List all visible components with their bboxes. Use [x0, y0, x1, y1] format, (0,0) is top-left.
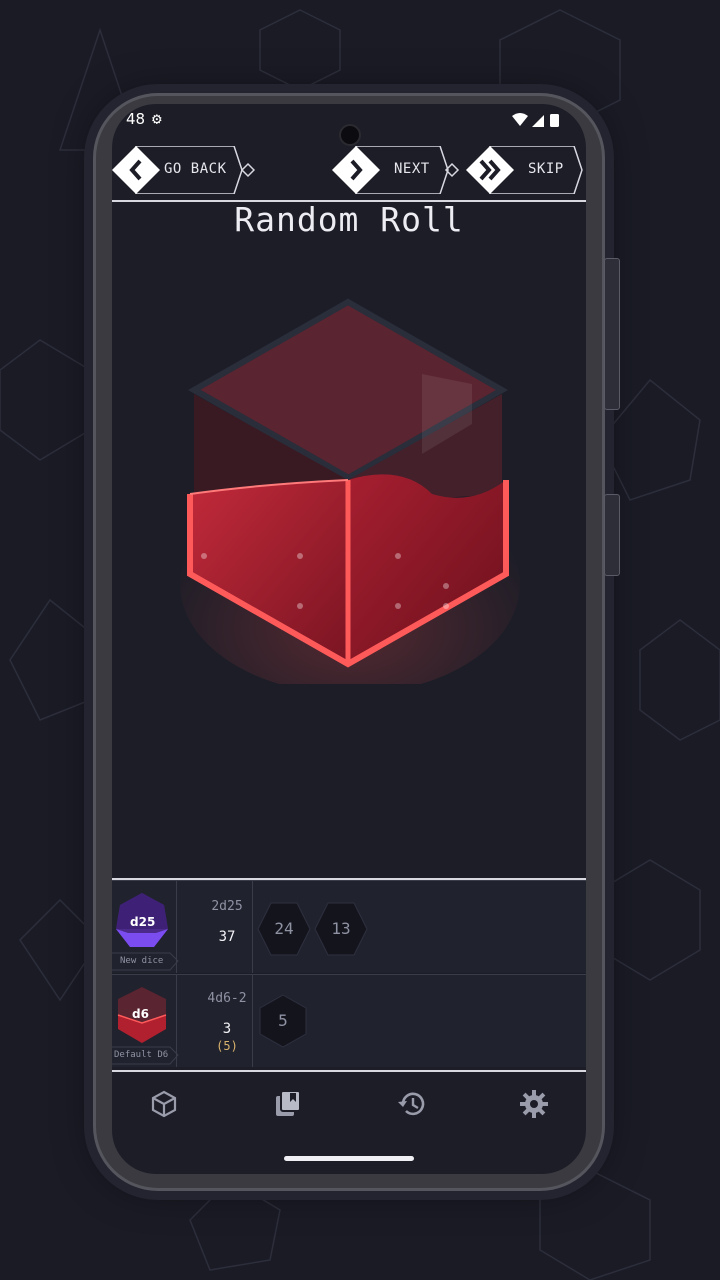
result-die: 5: [258, 993, 308, 1049]
result-value: 13: [331, 919, 351, 938]
tabbar-divider: [112, 1070, 586, 1072]
settings-icon[interactable]: [514, 1084, 554, 1124]
tutorial-nav: GO BACK NEXT SKIP: [112, 144, 586, 200]
die-type-label: d6: [132, 1007, 149, 1021]
d6-dice-3d[interactable]: [172, 294, 532, 684]
dice-icon[interactable]: [144, 1084, 184, 1124]
next-button[interactable]: NEXT: [332, 145, 462, 195]
row-divider: [176, 881, 177, 973]
result-value: 5: [278, 1011, 288, 1030]
go-back-label: GO BACK: [164, 161, 227, 177]
die-type-label: d25: [130, 915, 156, 929]
status-time: 48: [126, 110, 146, 128]
page-title: Random Roll: [234, 200, 464, 239]
row-divider: [252, 975, 253, 1067]
home-indicator[interactable]: [284, 1156, 414, 1161]
skip-label: SKIP: [528, 161, 564, 177]
row-divider: [176, 975, 177, 1067]
signal-icon: [532, 115, 544, 127]
app-screen: 48 ⚙ GO BACK NEXT SKIP Random Roll d25 N…: [112, 104, 586, 1174]
go-back-button[interactable]: GO BACK: [112, 145, 258, 195]
volume-button: [604, 258, 620, 410]
result-die: 24: [257, 901, 311, 957]
next-label: NEXT: [394, 161, 430, 177]
power-button: [604, 494, 620, 576]
front-camera: [339, 124, 361, 146]
history-icon[interactable]: [392, 1084, 432, 1124]
die-name-tag: Default D6: [114, 1050, 169, 1060]
battery-icon: [550, 114, 559, 127]
gear-icon: ⚙: [152, 109, 162, 128]
status-bar: 48 ⚙: [112, 104, 586, 146]
status-icons: [512, 113, 559, 127]
skip-frame: [466, 145, 583, 195]
row-divider: [252, 881, 253, 973]
roll-row[interactable]: d25 New dice 2d25 37 24 13: [112, 880, 586, 973]
result-value: 24: [274, 919, 294, 938]
wifi-icon: [512, 113, 528, 126]
roll-row[interactable]: d6 Default D6 4d6-2 3 (5) 5: [112, 974, 586, 1067]
skip-button[interactable]: SKIP: [466, 145, 586, 195]
die-name-tag: New dice: [120, 956, 164, 966]
result-die: 13: [314, 901, 368, 957]
library-icon[interactable]: [268, 1084, 308, 1124]
